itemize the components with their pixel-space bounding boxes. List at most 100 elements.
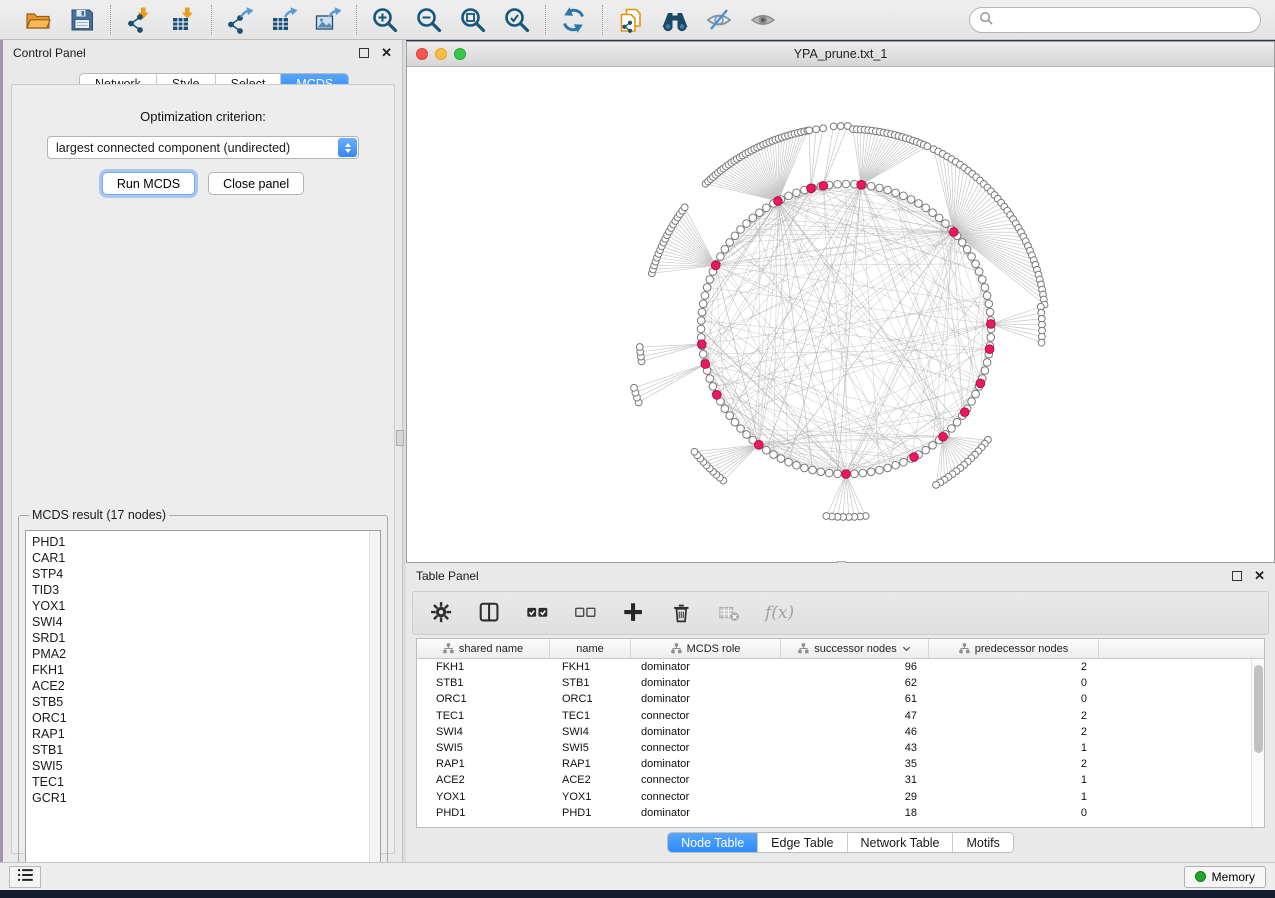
- ring-node[interactable]: [697, 317, 705, 325]
- mcds-node[interactable]: [713, 391, 722, 400]
- tab-motifs[interactable]: Motifs: [953, 833, 1012, 852]
- show-all-button[interactable]: [748, 5, 778, 35]
- cell-role[interactable]: connector: [631, 742, 781, 754]
- ring-node[interactable]: [737, 226, 745, 234]
- ring-node[interactable]: [948, 425, 956, 433]
- float-panel-icon[interactable]: [359, 48, 369, 58]
- mcds-node[interactable]: [701, 360, 710, 369]
- cell-predecessors[interactable]: 1: [929, 774, 1099, 786]
- mcds-result-item[interactable]: PHD1: [32, 534, 380, 550]
- cell-predecessors[interactable]: 2: [929, 726, 1099, 738]
- refresh-network-button[interactable]: [559, 5, 589, 35]
- ring-node[interactable]: [907, 196, 915, 204]
- ring-node[interactable]: [972, 390, 980, 398]
- leaf-node[interactable]: [691, 448, 698, 455]
- network-canvas[interactable]: [407, 67, 1274, 562]
- table-scrollbar[interactable]: [1251, 659, 1264, 827]
- delete-row-button[interactable]: [669, 600, 695, 626]
- float-table-panel-icon[interactable]: [1232, 571, 1242, 581]
- mcds-result-item[interactable]: GCR1: [32, 790, 380, 806]
- cell-predecessors[interactable]: 1: [929, 742, 1099, 754]
- zoom-selected-button[interactable]: [502, 5, 532, 35]
- tab-node-table[interactable]: Node Table: [668, 833, 758, 852]
- mcds-node[interactable]: [985, 345, 994, 354]
- mcds-result-item[interactable]: SRD1: [32, 630, 380, 646]
- cell-name[interactable]: SWI4: [550, 726, 631, 738]
- ring-node[interactable]: [703, 284, 711, 292]
- column-header-MCDS-role[interactable]: MCDS role: [631, 639, 781, 658]
- mcds-node[interactable]: [960, 408, 969, 417]
- mcds-result-item[interactable]: CAR1: [32, 550, 380, 566]
- network-search-box[interactable]: [969, 7, 1261, 33]
- settings-gear-button[interactable]: [429, 600, 455, 626]
- cell-role[interactable]: connector: [631, 710, 781, 722]
- delete-table-button[interactable]: [717, 600, 743, 626]
- ring-node[interactable]: [801, 464, 809, 472]
- ring-node[interactable]: [922, 446, 930, 454]
- tab-network-table[interactable]: Network Table: [848, 833, 954, 852]
- cell-role[interactable]: connector: [631, 791, 781, 803]
- ring-node[interactable]: [968, 253, 976, 261]
- ring-node[interactable]: [699, 350, 707, 358]
- ring-node[interactable]: [785, 458, 793, 466]
- mcds-node[interactable]: [842, 470, 851, 479]
- close-panel-icon[interactable]: ✕: [381, 48, 392, 58]
- leaf-node[interactable]: [631, 384, 638, 391]
- ring-node[interactable]: [975, 268, 983, 276]
- ring-node[interactable]: [884, 464, 892, 472]
- ring-node[interactable]: [935, 214, 943, 222]
- cell-predecessors[interactable]: 0: [929, 693, 1099, 705]
- cell-shared_name[interactable]: YOX1: [417, 791, 550, 803]
- mcds-result-item[interactable]: YOX1: [32, 598, 380, 614]
- leaf-node[interactable]: [837, 123, 844, 130]
- ring-node[interactable]: [884, 186, 892, 194]
- leaf-node[interactable]: [820, 125, 827, 132]
- mcds-node[interactable]: [939, 432, 948, 441]
- mcds-result-item[interactable]: TID3: [32, 582, 380, 598]
- leaf-node[interactable]: [813, 126, 820, 133]
- column-header-name[interactable]: name: [550, 639, 631, 658]
- cell-successors[interactable]: 46: [781, 726, 929, 738]
- deselect-all-checks-button[interactable]: [573, 600, 599, 626]
- hide-selected-button[interactable]: [704, 5, 734, 35]
- ring-node[interactable]: [876, 184, 884, 192]
- cell-role[interactable]: connector: [631, 774, 781, 786]
- open-file-button[interactable]: [23, 5, 53, 35]
- ring-node[interactable]: [743, 431, 751, 439]
- cell-role[interactable]: dominator: [631, 726, 781, 738]
- search-input[interactable]: [999, 13, 1251, 27]
- cell-predecessors[interactable]: 0: [929, 807, 1099, 819]
- table-row-ORC1[interactable]: ORC1ORC1dominator610: [417, 691, 1264, 707]
- ring-node[interactable]: [929, 442, 937, 450]
- show-column-button[interactable]: [477, 600, 503, 626]
- ring-node[interactable]: [697, 325, 705, 333]
- column-header-predecessor-nodes[interactable]: predecessor nodes: [929, 639, 1099, 658]
- ring-node[interactable]: [721, 405, 729, 413]
- ring-node[interactable]: [785, 192, 793, 200]
- cell-shared_name[interactable]: TEC1: [417, 710, 550, 722]
- mcds-node[interactable]: [949, 228, 958, 237]
- ring-node[interactable]: [763, 446, 771, 454]
- leaf-node[interactable]: [1038, 339, 1045, 346]
- leaf-node[interactable]: [933, 481, 940, 488]
- zoom-out-button[interactable]: [414, 5, 444, 35]
- ring-node[interactable]: [867, 182, 875, 190]
- cell-role[interactable]: dominator: [631, 661, 781, 673]
- clone-network-button[interactable]: [616, 5, 646, 35]
- ring-node[interactable]: [981, 284, 989, 292]
- cell-name[interactable]: FKH1: [550, 661, 631, 673]
- cell-predecessors[interactable]: 2: [929, 758, 1099, 770]
- cell-name[interactable]: TEC1: [550, 710, 631, 722]
- ring-node[interactable]: [983, 359, 991, 367]
- export-network-button[interactable]: [225, 5, 255, 35]
- cell-name[interactable]: ORC1: [550, 693, 631, 705]
- ring-node[interactable]: [743, 220, 751, 228]
- ring-node[interactable]: [972, 260, 980, 268]
- cell-role[interactable]: dominator: [631, 693, 781, 705]
- mcds-result-item[interactable]: STB5: [32, 694, 380, 710]
- ring-node[interactable]: [851, 470, 859, 478]
- optimization-criterion-select[interactable]: largest connected component (undirected): [47, 136, 359, 159]
- ring-node[interactable]: [922, 204, 930, 212]
- table-row-YOX1[interactable]: YOX1YOX1connector291: [417, 789, 1264, 805]
- mcds-result-list[interactable]: PHD1CAR1STP4TID3YOX1SWI4SRD1PMA2FKH1ACE2…: [25, 530, 381, 869]
